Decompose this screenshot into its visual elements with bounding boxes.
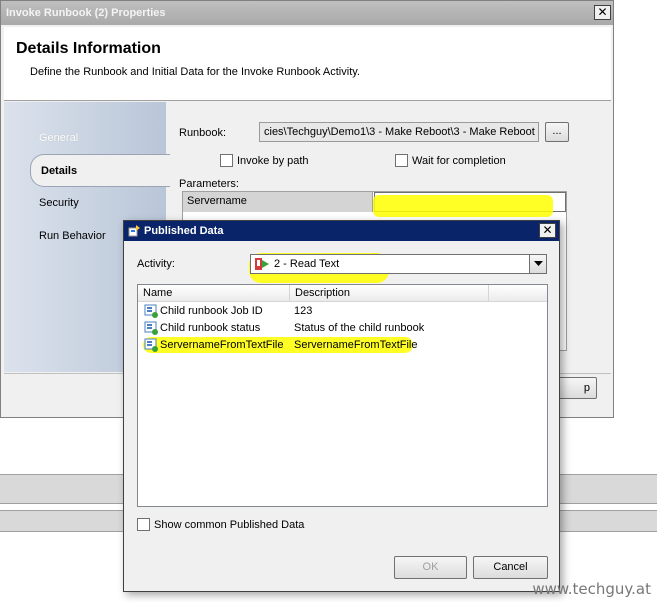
published-data-icon [128, 225, 140, 237]
item-name: Child runbook Job ID [160, 305, 263, 317]
list-header: Name Description [138, 285, 547, 302]
highlight-mark [373, 195, 553, 217]
sidebar-item-label: Details [41, 165, 78, 177]
properties-close-button[interactable]: ✕ [594, 5, 611, 20]
wait-for-completion-checkbox[interactable] [395, 154, 408, 167]
sidebar-item-details[interactable]: Details [30, 154, 170, 187]
watermark: www.techguy.at [532, 580, 651, 598]
sidebar-item-run-behavior[interactable]: Run Behavior [39, 230, 106, 242]
dialog-title: Published Data [144, 225, 224, 237]
page-title: Details Information [16, 40, 161, 57]
column-header-description[interactable]: Description [290, 285, 489, 302]
list-item[interactable]: Child runbook status Status of the child… [138, 320, 547, 337]
show-common-published-data-checkbox[interactable] [137, 518, 150, 531]
wait-for-completion-label: Wait for completion [412, 155, 506, 167]
item-name: ServernameFromTextFile [160, 339, 284, 351]
item-description: 123 [294, 305, 313, 317]
activity-label: Activity: [137, 258, 175, 270]
sidebar-item-general[interactable]: General [39, 132, 78, 144]
runbook-label: Runbook: [179, 127, 227, 139]
chevron-down-icon[interactable] [529, 255, 546, 273]
ok-button[interactable]: OK [394, 556, 467, 579]
published-data-list: Name Description Child runbook Job ID 12… [137, 284, 548, 507]
item-description: ServernameFromTextFile [294, 339, 418, 351]
close-icon: ✕ [597, 5, 608, 19]
read-text-activity-icon [255, 258, 269, 270]
activity-dropdown-value: 2 - Read Text [274, 258, 340, 270]
published-data-dialog: Published Data ✕ Activity: 2 - Read Text… [123, 220, 560, 592]
cancel-button[interactable]: Cancel [473, 556, 548, 579]
page-description: Define the Runbook and Initial Data for … [30, 66, 360, 78]
properties-window-title: Invoke Runbook (2) Properties [6, 7, 166, 19]
show-common-published-data-label: Show common Published Data [154, 519, 305, 531]
column-header-name[interactable]: Name [138, 285, 290, 302]
published-data-item-icon [144, 338, 158, 352]
item-description: Status of the child runbook [294, 322, 425, 334]
browse-runbook-button[interactable]: ... [545, 122, 569, 142]
invoke-by-path-checkbox[interactable] [220, 154, 233, 167]
sidebar-item-security[interactable]: Security [39, 197, 79, 209]
close-icon: ✕ [542, 223, 553, 237]
activity-dropdown[interactable]: 2 - Read Text [250, 254, 547, 274]
published-data-item-icon [144, 321, 158, 335]
list-item[interactable]: ServernameFromTextFile ServernameFromTex… [138, 337, 547, 354]
runbook-path-field[interactable]: cies\Techguy\Demo1\3 - Make Reboot\3 - M… [259, 122, 539, 142]
list-item[interactable]: Child runbook Job ID 123 [138, 303, 547, 320]
parameters-label: Parameters: [179, 178, 239, 190]
details-header: Details Information Define the Runbook a… [4, 27, 611, 101]
parameter-name-cell: Servername [183, 192, 373, 212]
invoke-by-path-label: Invoke by path [237, 155, 309, 167]
dialog-close-button[interactable]: ✕ [539, 223, 556, 238]
item-name: Child runbook status [160, 322, 261, 334]
dialog-titlebar: Published Data ✕ [124, 221, 559, 241]
properties-titlebar: Invoke Runbook (2) Properties ✕ [1, 1, 613, 25]
published-data-item-icon [144, 304, 158, 318]
